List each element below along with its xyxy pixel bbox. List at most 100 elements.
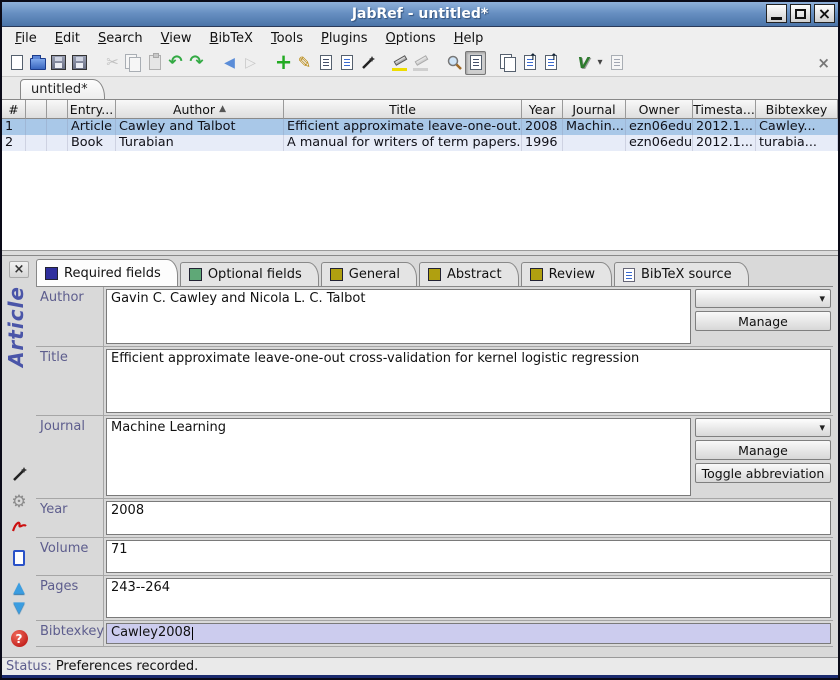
search-button[interactable] <box>444 51 465 75</box>
column-header-timestamp[interactable]: Timesta... <box>693 100 756 119</box>
editor-main: Required fields Optional fields General … <box>36 256 838 657</box>
wand-icon <box>11 466 28 483</box>
field-label-volume: Volume <box>36 538 104 575</box>
text-caret <box>192 627 193 640</box>
column-header-icon2[interactable] <box>47 100 68 119</box>
tab-optional-fields[interactable]: Optional fields <box>180 262 319 286</box>
copy-button[interactable] <box>123 51 144 75</box>
mark-entries-button[interactable] <box>390 51 411 75</box>
entry-table: # Entry... Author▲ Title Year Journal Ow… <box>2 99 838 251</box>
edit-strings-button[interactable] <box>315 51 336 75</box>
tab-untitled[interactable]: untitled* <box>20 79 105 99</box>
help-button[interactable]: ? <box>2 630 36 647</box>
bibtexkey-input[interactable]: Cawley2008 <box>106 623 831 644</box>
push-to-vim-button[interactable]: V <box>573 51 594 75</box>
menu-view[interactable]: View <box>152 29 201 48</box>
close-button[interactable]: × <box>814 4 835 23</box>
editor-close-button[interactable]: × <box>9 261 29 278</box>
jabref-window: JabRef - untitled* × File Edit Search Vi… <box>0 0 840 680</box>
column-header-year[interactable]: Year <box>522 100 563 119</box>
copy-entries-button[interactable] <box>498 51 519 75</box>
new-entry-button[interactable]: + <box>273 51 294 75</box>
cut-button[interactable]: ✂ <box>102 51 123 75</box>
redo-button[interactable]: ↷ <box>186 51 207 75</box>
toggle-search-panel-button[interactable] <box>465 51 486 75</box>
menu-bibtex[interactable]: BibTeX <box>201 29 262 48</box>
generate-key-button[interactable] <box>2 466 36 483</box>
new-database-button[interactable] <box>6 51 27 75</box>
tab-review[interactable]: Review <box>521 262 612 286</box>
column-header-title[interactable]: Title <box>284 100 522 119</box>
status-message: Preferences recorded. <box>56 659 199 674</box>
menu-help[interactable]: Help <box>445 29 493 48</box>
table-row[interactable]: 1 Article Cawley and Talbot Efficient ap… <box>2 119 838 135</box>
journal-manage-button[interactable]: Manage <box>695 440 831 460</box>
unmark-entries-button[interactable] <box>411 51 432 75</box>
pages-input[interactable]: 243--264 <box>106 578 831 618</box>
field-label-journal: Journal <box>36 416 104 498</box>
title-input[interactable]: Efficient approximate leave-one-out cros… <box>106 349 831 413</box>
push-document-icon <box>545 55 557 70</box>
settings-button[interactable]: ⚙ <box>2 494 36 511</box>
menu-search[interactable]: Search <box>89 29 152 48</box>
save-database-button[interactable] <box>48 51 69 75</box>
field-row-bibtexkey: Bibtexkey Cawley2008 <box>36 621 833 647</box>
field-label-author: Author <box>36 287 104 346</box>
next-entry-button[interactable]: ▼ <box>2 600 36 615</box>
column-header-number[interactable]: # <box>2 100 26 119</box>
menu-edit[interactable]: Edit <box>46 29 89 48</box>
edit-entry-button[interactable]: ✎ <box>294 51 315 75</box>
toggle-abbreviation-button[interactable]: Toggle abbreviation <box>695 463 831 483</box>
titlebar[interactable]: JabRef - untitled* × <box>2 2 838 27</box>
menu-file[interactable]: File <box>6 29 46 48</box>
forward-button[interactable]: ▷ <box>240 51 261 75</box>
minimize-button[interactable] <box>766 4 787 23</box>
column-header-journal[interactable]: Journal <box>563 100 626 119</box>
table-header: # Entry... Author▲ Title Year Journal Ow… <box>2 100 838 119</box>
tab-general[interactable]: General <box>321 262 417 286</box>
push-document-icon <box>524 55 536 70</box>
tab-required-fields[interactable]: Required fields <box>36 259 178 286</box>
back-button[interactable]: ◀ <box>219 51 240 75</box>
new-file-icon <box>11 55 23 70</box>
table-row[interactable]: 2 Book Turabian A manual for writers of … <box>2 135 838 151</box>
field-row-journal: Journal Machine Learning ▾ Manage Toggle… <box>36 416 833 499</box>
column-header-entrytype[interactable]: Entry... <box>68 100 116 119</box>
open-pdf-button[interactable] <box>2 518 36 535</box>
open-office-button[interactable] <box>606 51 627 75</box>
toolbar-close-button[interactable]: × <box>817 54 830 72</box>
redo-icon: ↷ <box>189 54 203 71</box>
new-entry-plain-text-button[interactable] <box>357 51 378 75</box>
tab-abstract[interactable]: Abstract <box>419 262 519 286</box>
status-prefix: Status: <box>6 659 52 674</box>
undo-button[interactable]: ↶ <box>165 51 186 75</box>
column-header-owner[interactable]: Owner <box>626 100 693 119</box>
column-header-author[interactable]: Author▲ <box>116 100 284 119</box>
year-input[interactable]: 2008 <box>106 501 831 535</box>
edit-preamble-button[interactable] <box>336 51 357 75</box>
save-as-button[interactable] <box>69 51 90 75</box>
column-header-icon1[interactable] <box>26 100 47 119</box>
open-database-button[interactable] <box>27 51 48 75</box>
menu-tools[interactable]: Tools <box>262 29 312 48</box>
column-header-bibtexkey[interactable]: Bibtexkey <box>756 100 838 119</box>
forward-arrow-icon: ▷ <box>245 56 256 70</box>
push-to-application-button-2[interactable] <box>540 51 561 75</box>
field-row-year: Year 2008 <box>36 499 833 538</box>
menubar: File Edit Search View BibTeX Tools Plugi… <box>2 27 838 49</box>
paste-button[interactable] <box>144 51 165 75</box>
previous-entry-button[interactable]: ▲ <box>2 580 36 595</box>
author-names-dropdown[interactable]: ▾ <box>695 289 831 308</box>
maximize-button[interactable] <box>790 4 811 23</box>
journal-names-dropdown[interactable]: ▾ <box>695 418 831 437</box>
tab-bibtex-source[interactable]: BibTeX source <box>614 262 749 286</box>
push-to-application-button-1[interactable] <box>519 51 540 75</box>
menu-plugins[interactable]: Plugins <box>312 29 377 48</box>
author-manage-button[interactable]: Manage <box>695 311 831 331</box>
push-application-dropdown[interactable]: ▾ <box>594 51 606 75</box>
journal-input[interactable]: Machine Learning <box>106 418 691 496</box>
author-input[interactable]: Gavin C. Cawley and Nicola L. C. Talbot <box>106 289 691 344</box>
volume-input[interactable]: 71 <box>106 540 831 573</box>
menu-options[interactable]: Options <box>377 29 445 48</box>
open-file-button[interactable] <box>2 550 36 566</box>
